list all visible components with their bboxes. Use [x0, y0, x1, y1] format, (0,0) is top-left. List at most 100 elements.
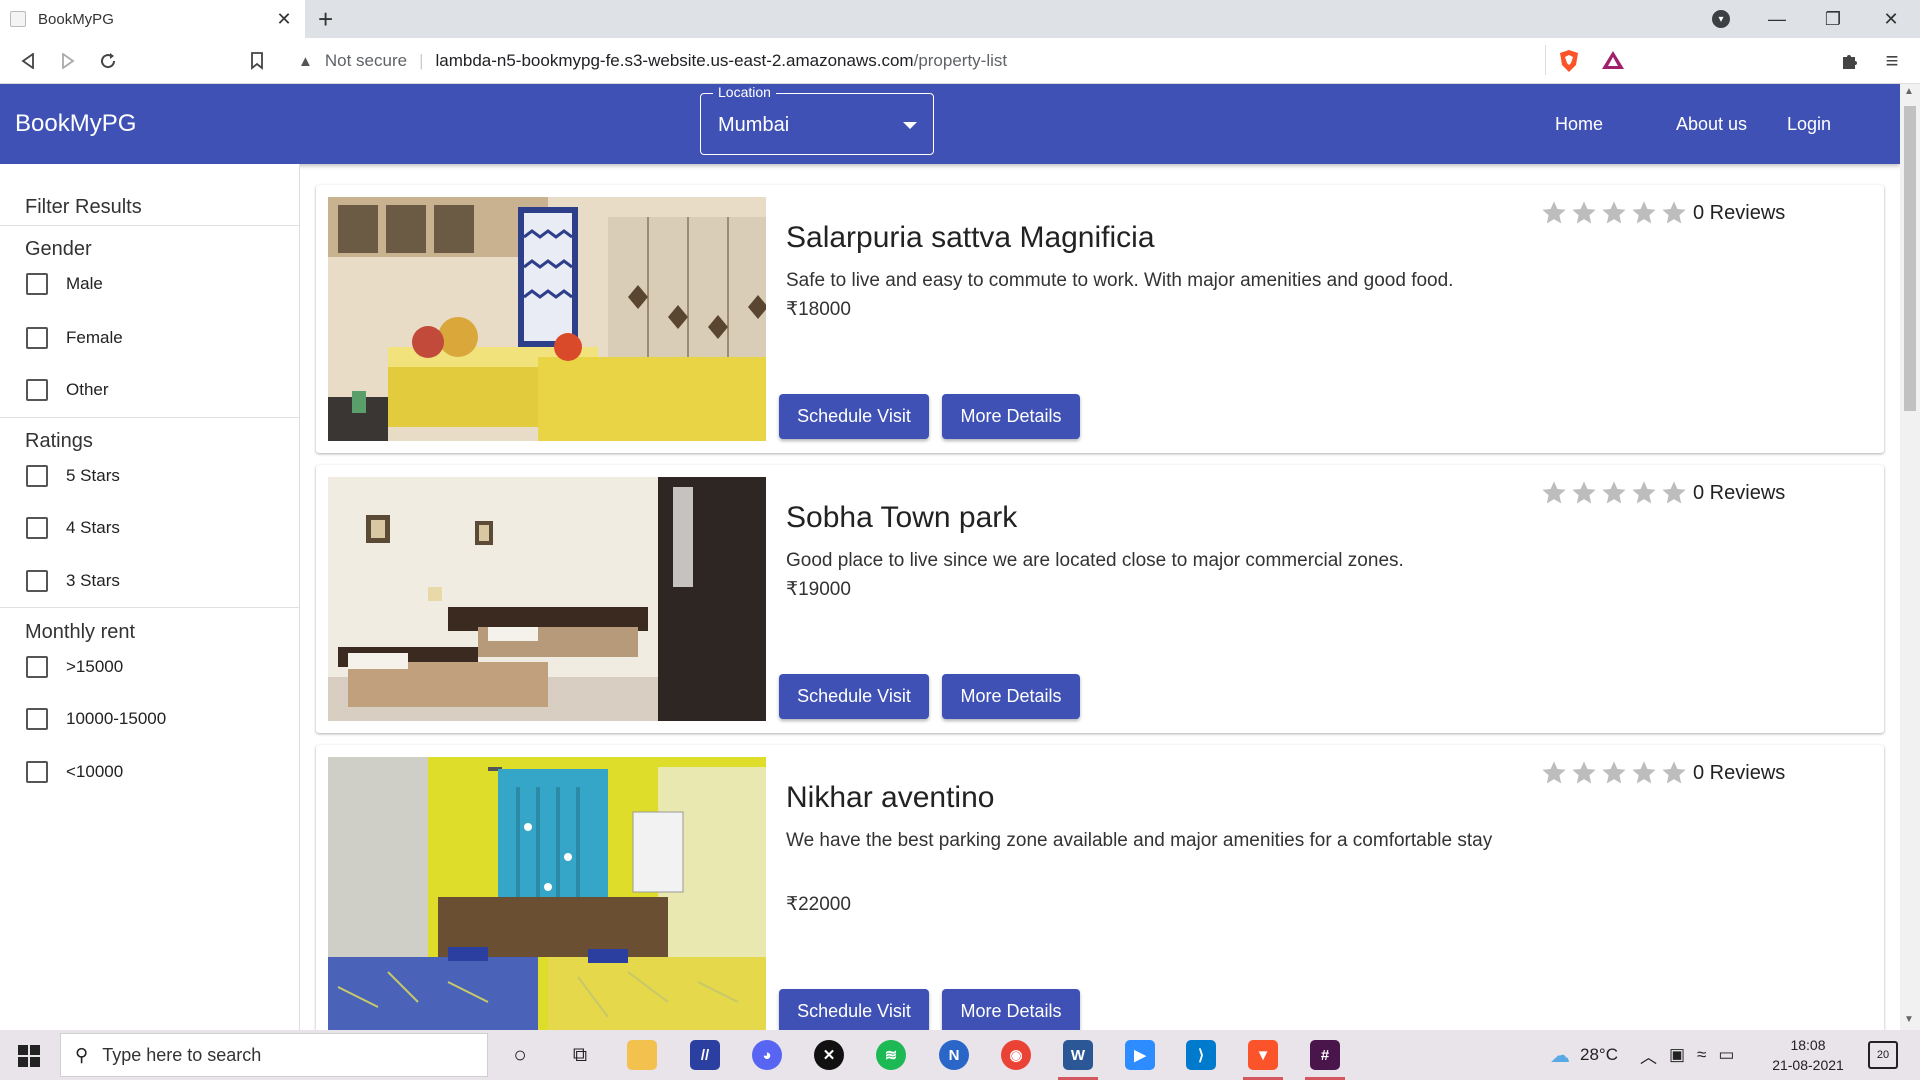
scroll-down-icon[interactable]: ▼: [1904, 1014, 1914, 1025]
star-icon[interactable]: [1659, 479, 1689, 507]
extensions-icon[interactable]: [1840, 51, 1860, 71]
windows-start-icon[interactable]: [18, 1045, 40, 1067]
checkbox[interactable]: [26, 465, 48, 487]
cortana-icon[interactable]: ○: [505, 1040, 535, 1070]
star-icon[interactable]: [1569, 479, 1599, 507]
window-close-icon[interactable]: ✕: [1866, 0, 1916, 38]
taskbar-search[interactable]: ⚲ Type here to search: [60, 1033, 488, 1077]
forward-icon[interactable]: [53, 46, 83, 76]
nav-about[interactable]: About us: [1676, 114, 1747, 135]
filter-male[interactable]: Male: [26, 273, 103, 295]
brave-icon[interactable]: ▼: [1248, 1040, 1278, 1070]
more-details-button[interactable]: More Details: [942, 674, 1080, 719]
schedule-visit-button[interactable]: Schedule Visit: [779, 989, 929, 1034]
checkbox[interactable]: [26, 379, 48, 401]
brand-logo[interactable]: BookMyPG: [15, 110, 136, 138]
address-bar[interactable]: ▲ Not secure | lambda-n5-bookmypg-fe.s3-…: [286, 44, 1546, 78]
filter-female[interactable]: Female: [26, 327, 123, 349]
weather-temp[interactable]: 28°C: [1580, 1045, 1618, 1065]
tab-search-icon[interactable]: ▾: [1712, 10, 1730, 28]
property-name[interactable]: Salarpuria sattva Magnificia: [786, 221, 1155, 255]
wifi-icon[interactable]: ≈: [1697, 1045, 1706, 1065]
bookmark-icon[interactable]: [242, 46, 272, 76]
checkbox[interactable]: [26, 517, 48, 539]
checkbox[interactable]: [26, 327, 48, 349]
filter-4-stars[interactable]: 4 Stars: [26, 517, 120, 539]
ratings-title: Ratings: [25, 430, 93, 452]
checkbox[interactable]: [26, 708, 48, 730]
minimize-icon[interactable]: —: [1752, 0, 1802, 38]
rating-stars[interactable]: 0 Reviews: [1539, 479, 1785, 507]
menu-icon[interactable]: ≡: [1877, 46, 1907, 76]
filter-rent-high[interactable]: >15000: [26, 656, 123, 678]
slack-icon[interactable]: #: [1310, 1040, 1340, 1070]
checkbox[interactable]: [26, 570, 48, 592]
star-icon[interactable]: [1659, 759, 1689, 787]
page-scrollbar[interactable]: ▲ ▼: [1900, 84, 1920, 1030]
chrome-icon[interactable]: ◉: [1001, 1040, 1031, 1070]
brave-rewards-icon[interactable]: [1601, 50, 1625, 70]
app-icon[interactable]: N: [939, 1040, 969, 1070]
star-icon[interactable]: [1539, 479, 1569, 507]
location-select[interactable]: Location Mumbai: [700, 84, 934, 155]
checkbox[interactable]: [26, 273, 48, 295]
battery-icon[interactable]: ▭: [1718, 1045, 1734, 1065]
filter-rent-mid[interactable]: 10000-15000: [26, 708, 166, 730]
word-icon[interactable]: W: [1063, 1040, 1093, 1070]
back-icon[interactable]: [13, 46, 43, 76]
vscode-icon[interactable]: ⟩: [1186, 1040, 1216, 1070]
divider: [0, 607, 299, 608]
star-icon[interactable]: [1629, 759, 1659, 787]
checkbox[interactable]: [26, 761, 48, 783]
system-clock[interactable]: 18:08 21-08-2021: [1768, 1035, 1848, 1075]
star-icon[interactable]: [1569, 759, 1599, 787]
file-explorer-icon[interactable]: [627, 1040, 657, 1070]
filter-other[interactable]: Other: [26, 379, 109, 401]
more-details-button[interactable]: More Details: [942, 989, 1080, 1034]
warning-icon: ▲: [298, 52, 313, 70]
filter-title: Filter Results: [25, 196, 142, 218]
powerapps-icon[interactable]: //: [690, 1040, 720, 1070]
spotify-icon[interactable]: ≋: [876, 1040, 906, 1070]
scroll-up-icon[interactable]: ▲: [1904, 86, 1914, 97]
brave-shields-icon[interactable]: [1558, 49, 1580, 73]
star-icon[interactable]: [1629, 479, 1659, 507]
star-icon[interactable]: [1539, 759, 1569, 787]
more-details-button[interactable]: More Details: [942, 394, 1080, 439]
tab-close-icon[interactable]: ✕: [273, 9, 295, 30]
filter-5-stars[interactable]: 5 Stars: [26, 465, 120, 487]
zoom-icon[interactable]: ▶: [1125, 1040, 1155, 1070]
nav-home[interactable]: Home: [1555, 114, 1603, 135]
star-icon[interactable]: [1599, 759, 1629, 787]
task-view-icon[interactable]: ⧉: [565, 1040, 595, 1070]
reload-icon[interactable]: [93, 46, 123, 76]
rating-stars[interactable]: 0 Reviews: [1539, 759, 1785, 787]
schedule-visit-button[interactable]: Schedule Visit: [779, 394, 929, 439]
weather-icon[interactable]: ☁: [1550, 1043, 1570, 1068]
star-icon[interactable]: [1659, 199, 1689, 227]
maximize-icon[interactable]: ❐: [1808, 0, 1858, 38]
browser-tab[interactable]: BookMyPG ✕: [0, 0, 305, 38]
meet-now-icon[interactable]: ▣: [1669, 1045, 1685, 1065]
scrollbar-thumb[interactable]: [1904, 106, 1916, 411]
xbox-icon[interactable]: ✕: [814, 1040, 844, 1070]
schedule-visit-button[interactable]: Schedule Visit: [779, 674, 929, 719]
filter-3-stars[interactable]: 3 Stars: [26, 570, 120, 592]
filter-rent-low[interactable]: <10000: [26, 761, 123, 783]
notification-center-icon[interactable]: 20: [1868, 1041, 1898, 1069]
show-hidden-icons-icon[interactable]: ︿: [1640, 1043, 1657, 1068]
location-label: Location: [713, 84, 776, 100]
star-icon[interactable]: [1569, 199, 1599, 227]
dropdown-arrow-icon: [903, 122, 917, 129]
checkbox[interactable]: [26, 656, 48, 678]
star-icon[interactable]: [1539, 199, 1569, 227]
star-icon[interactable]: [1629, 199, 1659, 227]
nav-login[interactable]: Login: [1787, 114, 1831, 135]
discord-icon[interactable]: ◕: [752, 1040, 782, 1070]
star-icon[interactable]: [1599, 199, 1629, 227]
rating-stars[interactable]: 0 Reviews: [1539, 199, 1785, 227]
star-icon[interactable]: [1599, 479, 1629, 507]
property-name[interactable]: Sobha Town park: [786, 501, 1017, 535]
property-name[interactable]: Nikhar aventino: [786, 781, 994, 815]
new-tab-button[interactable]: +: [318, 4, 333, 35]
